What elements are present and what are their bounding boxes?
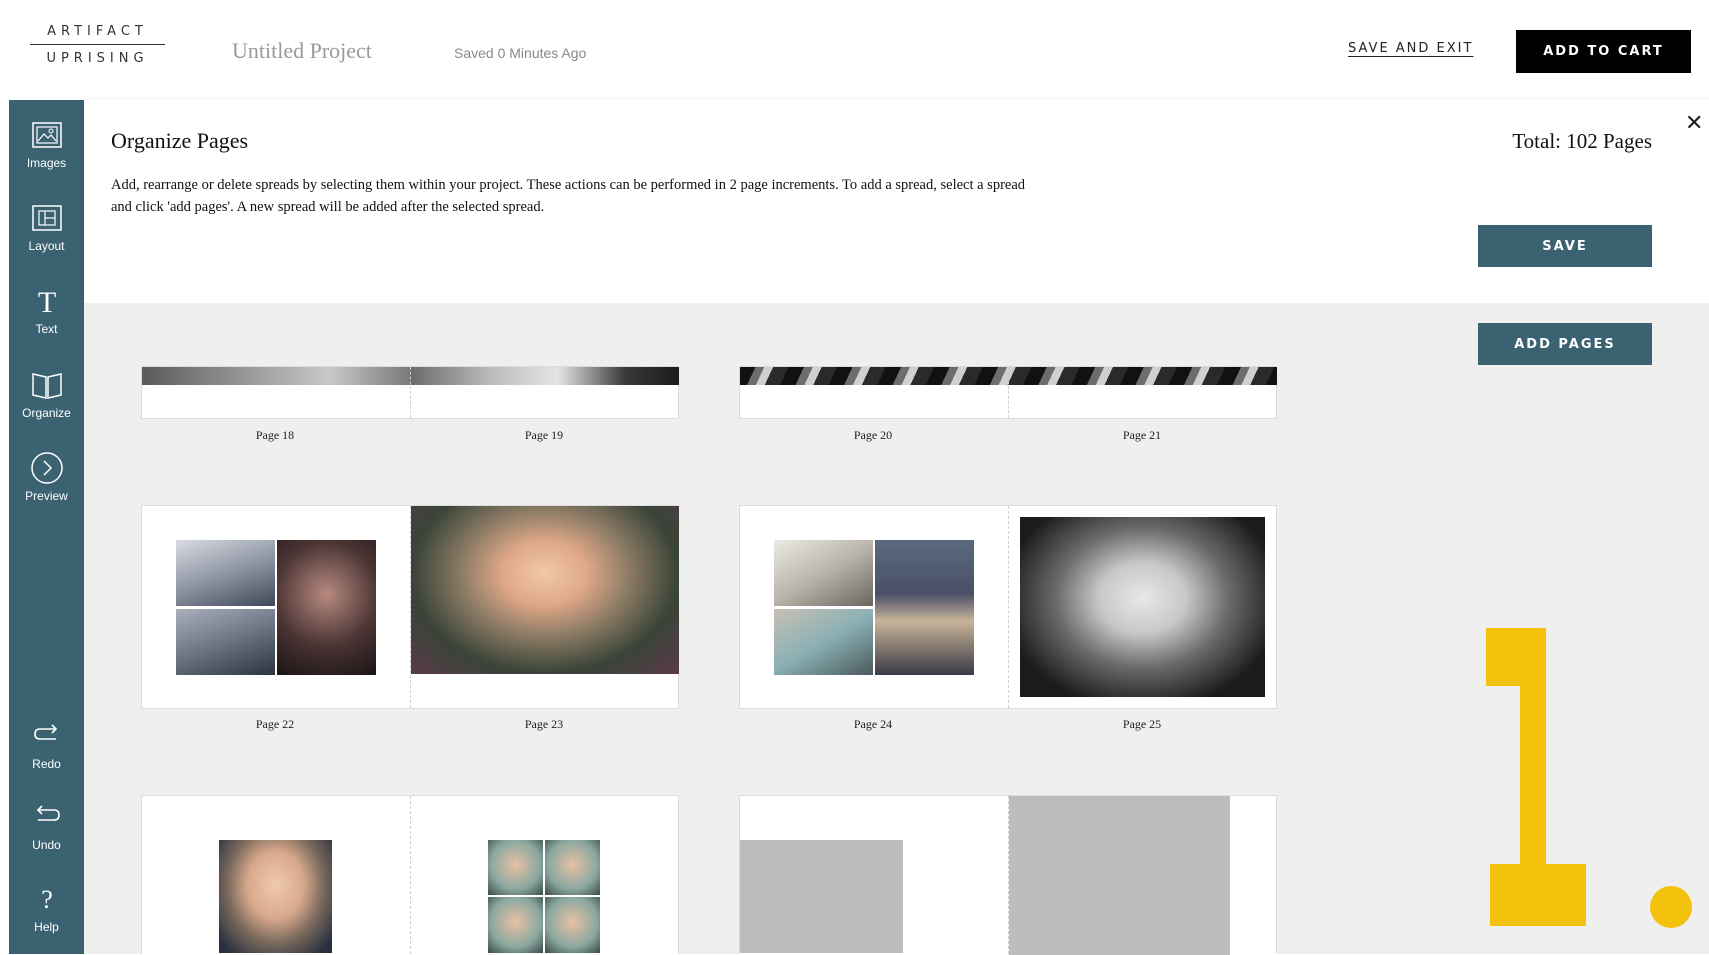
empty-image-slot	[1009, 796, 1230, 955]
save-button[interactable]: SAVE	[1478, 225, 1652, 267]
close-icon[interactable]: ✕	[1685, 112, 1703, 134]
spread-24-25[interactable]	[739, 505, 1277, 709]
svg-text:T: T	[37, 286, 55, 318]
photo-thumbnail	[545, 840, 600, 895]
page-divider	[410, 796, 411, 954]
save-and-exit-link[interactable]: SAVE AND EXIT	[1348, 41, 1473, 56]
photo-thumbnail	[277, 540, 376, 675]
sidebar-item-label: Preview	[25, 489, 68, 503]
page-label: Page 21	[1122, 428, 1162, 442]
page-divider	[1008, 367, 1009, 418]
project-title[interactable]: Untitled Project	[232, 38, 372, 64]
photo-thumbnail	[176, 609, 275, 675]
spread-22-23[interactable]	[141, 505, 679, 709]
add-pages-button[interactable]: ADD PAGES	[1478, 323, 1652, 365]
redo-icon	[33, 724, 57, 740]
photo-thumbnail	[545, 897, 600, 953]
photo-thumbnail	[774, 540, 873, 606]
page-label: Page 23	[524, 717, 564, 731]
sidebar-item-label: Images	[26, 156, 67, 170]
sidebar-item-undo[interactable]: Undo	[9, 800, 84, 852]
total-pages-count: Total: 102 Pages	[1512, 129, 1652, 153]
photo-thumbnail	[219, 840, 332, 953]
photo-thumbnail	[875, 540, 974, 675]
step-number-graphic	[1486, 628, 1586, 926]
page-label: Page 20	[853, 428, 893, 442]
sidebar-item-preview[interactable]: Preview	[9, 451, 84, 503]
page-label: Page 24	[853, 717, 893, 731]
artifact-uprising-logo[interactable]: ARTIFACT UPRISING	[30, 24, 165, 66]
sidebar-item-label: Redo	[32, 757, 61, 771]
page-divider	[410, 367, 411, 418]
text-icon: T	[37, 286, 55, 318]
chevron-circle-icon	[30, 452, 63, 484]
page-label: Page 22	[255, 717, 295, 731]
undo-icon	[36, 805, 60, 821]
book-icon	[31, 373, 62, 399]
logo-line-2: UPRISING	[46, 51, 149, 66]
spread-28-29[interactable]	[739, 795, 1277, 955]
sidebar-item-redo[interactable]: Redo	[9, 719, 84, 771]
layout-icon	[31, 205, 62, 231]
saved-status: Saved 0 Minutes Ago	[454, 45, 587, 61]
photo-thumbnail	[774, 609, 873, 675]
sidebar-item-label: Undo	[32, 838, 61, 852]
photo-thumbnail	[488, 840, 543, 895]
spread-18-19[interactable]	[141, 366, 679, 419]
photo-thumbnail	[411, 506, 679, 674]
organize-description: Add, rearrange or delete spreads by sele…	[111, 177, 1026, 215]
empty-image-slot	[740, 840, 903, 953]
logo-line-1: ARTIFACT	[30, 24, 165, 45]
add-to-cart-button[interactable]: ADD TO CART	[1516, 30, 1691, 73]
page-label: Page 19	[524, 428, 564, 442]
sidebar-item-organize[interactable]: Organize	[9, 368, 84, 420]
page-label: Page 18	[255, 428, 295, 442]
sidebar-item-text[interactable]: T Text	[9, 284, 84, 336]
sidebar-item-label: Layout	[28, 239, 65, 253]
sidebar-item-label: Help	[34, 920, 59, 934]
image-icon	[31, 122, 62, 148]
page-title: Organize Pages	[111, 128, 249, 153]
photo-thumbnail	[410, 367, 679, 385]
sidebar-item-layout[interactable]: Layout	[9, 201, 84, 253]
help-icon: ?	[41, 885, 53, 914]
photo-thumbnail	[176, 540, 275, 606]
photo-thumbnail	[488, 897, 543, 953]
page-label: Page 25	[1122, 717, 1162, 731]
app-header: ARTIFACT UPRISING Untitled Project Saved…	[0, 0, 1709, 100]
step-number-dot	[1650, 886, 1692, 928]
sidebar-item-images[interactable]: Images	[9, 118, 84, 170]
photo-thumbnail	[1020, 517, 1265, 697]
svg-text:?: ?	[41, 885, 53, 914]
sidebar-item-label: Organize	[22, 406, 71, 420]
spread-26-27[interactable]	[141, 795, 679, 954]
sidebar-item-label: Text	[35, 322, 58, 336]
tool-sidebar: Images Layout T Text Organize Preview Re…	[9, 100, 84, 954]
photo-thumbnail	[142, 367, 410, 385]
spread-20-21[interactable]	[739, 366, 1277, 419]
sidebar-item-help[interactable]: ? Help	[9, 882, 84, 934]
page-divider	[1008, 506, 1009, 708]
